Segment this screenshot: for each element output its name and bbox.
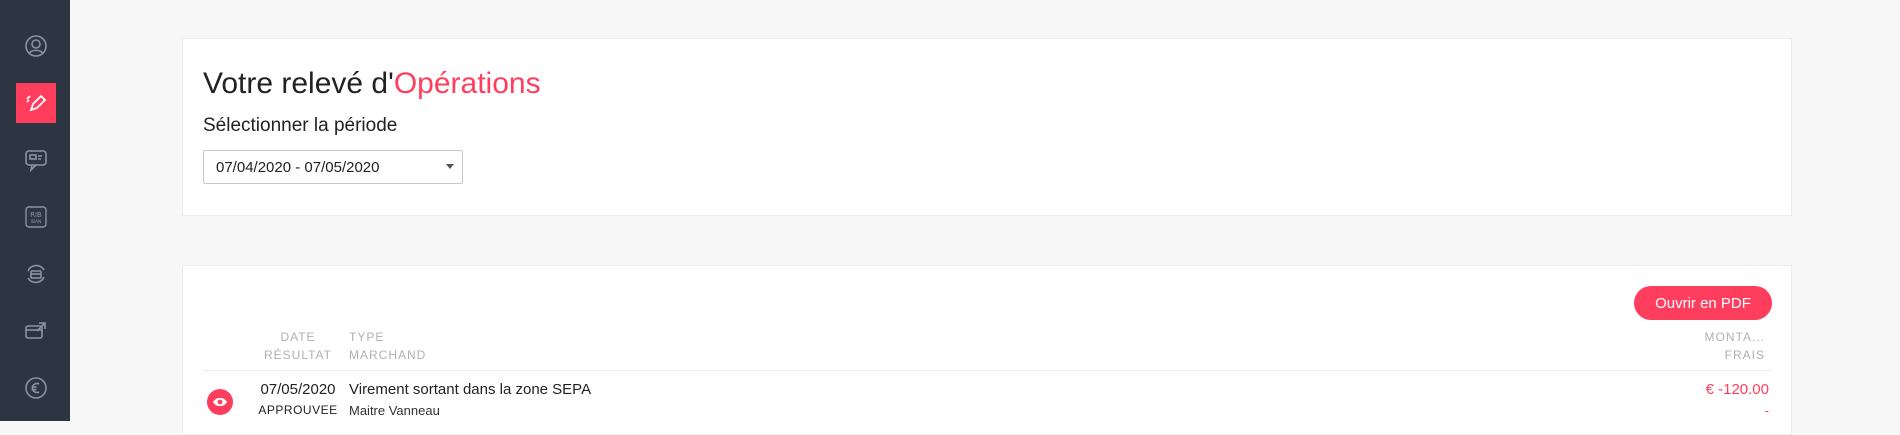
svg-text:RIB: RIB bbox=[30, 211, 42, 219]
nav-card-refresh[interactable] bbox=[16, 254, 56, 294]
table-row: 07/05/2020 APPROUVEE Virement sortant da… bbox=[183, 371, 1791, 431]
card-refresh-icon bbox=[27, 264, 45, 284]
svg-text:IBAN: IBAN bbox=[31, 219, 42, 225]
open-pdf-button[interactable]: Ouvrir en PDF bbox=[1634, 286, 1772, 320]
user-circle-icon bbox=[25, 35, 47, 57]
row-status: APPROUVEE bbox=[258, 403, 338, 417]
nav-rib[interactable]: RIB IBAN bbox=[16, 197, 56, 237]
rib-iban-icon: RIB IBAN bbox=[25, 206, 47, 228]
column-header-type: TYPE bbox=[349, 330, 385, 344]
statement-card: Ouvrir en PDF DATE RÉSULTAT TYPE MARCHAN… bbox=[182, 265, 1792, 435]
row-amount: € -120.00 bbox=[1705, 381, 1769, 398]
nav-euro[interactable] bbox=[16, 368, 56, 408]
column-header-result: RÉSULTAT bbox=[263, 348, 332, 362]
nav-messages[interactable] bbox=[16, 140, 56, 180]
view-details-button[interactable] bbox=[207, 389, 233, 415]
nav-card-transfer[interactable] bbox=[16, 311, 56, 351]
row-merchant: Maitre Vanneau bbox=[349, 403, 440, 418]
page-title-prefix: Votre relevé d' bbox=[203, 67, 394, 100]
row-date: 07/05/2020 bbox=[260, 381, 336, 398]
period-card: Votre relevé d'Opérations Sélectionner l… bbox=[182, 38, 1792, 216]
period-label: Sélectionner la période bbox=[203, 115, 398, 136]
card-transfer-icon bbox=[25, 322, 46, 339]
row-type: Virement sortant dans la zone SEPA bbox=[349, 381, 592, 398]
nav-operations[interactable] bbox=[16, 83, 56, 123]
euro-icon bbox=[25, 377, 47, 399]
caret-down-icon bbox=[446, 164, 454, 169]
row-fees: - bbox=[1764, 403, 1769, 418]
pen-icon bbox=[26, 94, 47, 112]
column-header-fees: FRAIS bbox=[1724, 348, 1765, 362]
nav-profile[interactable] bbox=[16, 26, 56, 66]
page-title: Votre relevé d'Opérations bbox=[203, 67, 541, 101]
eye-icon bbox=[213, 397, 227, 407]
column-header-date: DATE bbox=[280, 330, 316, 344]
column-header-amount: MONTA... bbox=[1704, 330, 1765, 344]
column-header-merchant: MARCHAND bbox=[349, 348, 427, 362]
chat-card-icon bbox=[25, 150, 47, 173]
page-title-accent: Opérations bbox=[393, 67, 541, 100]
period-value: 07/04/2020 - 07/05/2020 bbox=[216, 158, 380, 176]
sidebar: RIB IBAN bbox=[0, 0, 70, 421]
period-select[interactable]: 07/04/2020 - 07/05/2020 bbox=[203, 150, 463, 184]
